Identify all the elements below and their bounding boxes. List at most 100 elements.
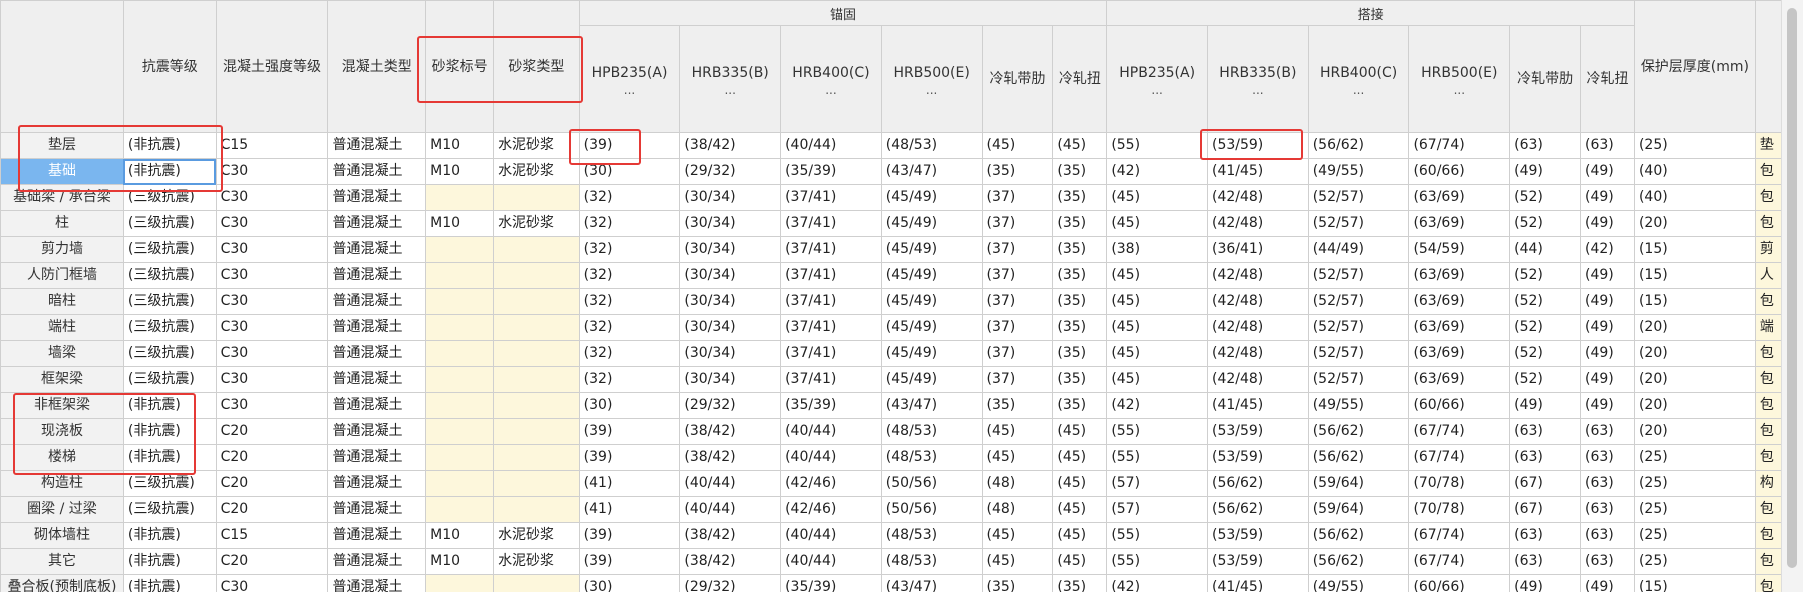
- cell-lap-hpb235[interactable]: (45): [1106, 184, 1208, 211]
- cell-anchor-hrb500[interactable]: (43/47): [880, 392, 983, 419]
- cell-cover-thickness[interactable]: (15): [1633, 262, 1756, 289]
- row-header[interactable]: 非框架梁: [0, 392, 124, 419]
- col-header-anchor-cold-ribbed[interactable]: 冷轧带肋: [981, 25, 1054, 133]
- row-header[interactable]: 框架梁: [0, 366, 124, 393]
- cell-mortar-type[interactable]: [493, 314, 580, 341]
- cell-concrete-type[interactable]: 普通混凝土: [327, 548, 427, 575]
- cell-anchor-hrb500[interactable]: (48/53): [880, 522, 983, 549]
- cell-lap-hrb400[interactable]: (56/62): [1307, 444, 1410, 471]
- cell-lap-cold-twisted[interactable]: (63): [1580, 444, 1635, 471]
- cell-lap-hrb335[interactable]: (41/45): [1207, 392, 1309, 419]
- cell-lap-cold-twisted[interactable]: (49): [1580, 184, 1635, 211]
- col-header-lap-hrb500[interactable]: HRB500(E)...: [1408, 25, 1511, 133]
- cell-lap-cold-ribbed[interactable]: (67): [1509, 496, 1582, 523]
- cell-mortar-type[interactable]: [493, 236, 580, 263]
- cell-concrete-type[interactable]: 普通混凝土: [327, 314, 427, 341]
- cell-anchor-hpb235[interactable]: (32): [578, 210, 681, 237]
- cell-anchor-hrb400[interactable]: (35/39): [780, 158, 882, 185]
- cell-lap-hpb235[interactable]: (38): [1106, 236, 1208, 263]
- cell-cover-thickness[interactable]: (40): [1633, 158, 1756, 185]
- cell-mortar-grade[interactable]: [425, 314, 495, 341]
- cell-lap-hrb500[interactable]: (63/69): [1408, 288, 1511, 315]
- cell-next-column[interactable]: 包: [1754, 210, 1782, 237]
- table-row[interactable]: 基础 (非抗震) C30 普通混凝土 M10 水泥砂浆 (30) (29/32) (35/39)…: [0, 158, 1782, 185]
- cell-cover-thickness[interactable]: (20): [1633, 314, 1756, 341]
- cell-cover-thickness[interactable]: (15): [1633, 574, 1756, 592]
- cell-mortar-type[interactable]: [493, 288, 580, 315]
- cell-next-column[interactable]: 构: [1754, 470, 1782, 497]
- row-header[interactable]: 构造柱: [0, 470, 124, 497]
- cell-anchor-hrb335[interactable]: (38/42): [679, 132, 782, 159]
- cell-cover-thickness[interactable]: (20): [1633, 210, 1756, 237]
- col-header-lap-hrb400[interactable]: HRB400(C)...: [1307, 25, 1410, 133]
- cell-lap-cold-ribbed[interactable]: (52): [1509, 288, 1582, 315]
- cell-lap-hrb335[interactable]: (53/59): [1207, 132, 1309, 159]
- cell-anchor-hrb335[interactable]: (38/42): [679, 444, 782, 471]
- cell-lap-hrb335[interactable]: (42/48): [1207, 314, 1309, 341]
- cell-concrete-grade[interactable]: C30: [215, 314, 329, 341]
- cell-anchor-hrb400[interactable]: (35/39): [780, 574, 882, 592]
- cell-lap-cold-twisted[interactable]: (49): [1580, 340, 1635, 367]
- cell-lap-hrb335[interactable]: (41/45): [1207, 158, 1309, 185]
- cell-seismic-grade[interactable]: (三级抗震): [122, 262, 217, 289]
- row-header[interactable]: 暗柱: [0, 288, 124, 315]
- cell-anchor-hrb335[interactable]: (29/32): [679, 392, 782, 419]
- cell-anchor-hrb335[interactable]: (30/34): [679, 262, 782, 289]
- table-row[interactable]: 现浇板 (非抗震) C20 普通混凝土 (39) (38/42) (40/44) (48/53…: [0, 418, 1782, 445]
- cell-mortar-grade[interactable]: M10: [425, 522, 495, 549]
- cell-lap-hpb235[interactable]: (57): [1106, 470, 1208, 497]
- cell-anchor-hpb235[interactable]: (41): [578, 470, 681, 497]
- cell-lap-hrb335[interactable]: (36/41): [1207, 236, 1309, 263]
- cell-lap-hpb235[interactable]: (45): [1106, 288, 1208, 315]
- row-header[interactable]: 楼梯: [0, 444, 124, 471]
- cell-anchor-cold-twisted[interactable]: (35): [1052, 314, 1108, 341]
- cell-anchor-hrb400[interactable]: (37/41): [780, 288, 882, 315]
- cell-lap-hrb400[interactable]: (52/57): [1307, 314, 1410, 341]
- cell-anchor-cold-ribbed[interactable]: (45): [981, 418, 1054, 445]
- cell-concrete-type[interactable]: 普通混凝土: [327, 470, 427, 497]
- row-header[interactable]: 剪力墙: [0, 236, 124, 263]
- cell-anchor-hrb500[interactable]: (43/47): [880, 158, 983, 185]
- cell-anchor-cold-twisted[interactable]: (35): [1052, 184, 1108, 211]
- cell-mortar-type[interactable]: [493, 262, 580, 289]
- col-header-anchor-hrb335[interactable]: HRB335(B)...: [679, 25, 782, 133]
- cell-anchor-hpb235[interactable]: (39): [578, 548, 681, 575]
- col-header-lap-cold-twisted[interactable]: 冷轧扭: [1580, 25, 1635, 133]
- cell-seismic-grade[interactable]: (非抗震): [122, 392, 217, 419]
- cell-anchor-hrb400[interactable]: (40/44): [780, 548, 882, 575]
- cell-seismic-grade[interactable]: (非抗震): [122, 158, 217, 185]
- cell-anchor-hpb235[interactable]: (30): [578, 392, 681, 419]
- cell-lap-cold-ribbed[interactable]: (49): [1509, 158, 1582, 185]
- cell-lap-cold-twisted[interactable]: (49): [1580, 574, 1635, 592]
- cell-anchor-cold-ribbed[interactable]: (35): [981, 392, 1054, 419]
- cell-anchor-cold-twisted[interactable]: (35): [1052, 288, 1108, 315]
- cell-lap-hpb235[interactable]: (42): [1106, 158, 1208, 185]
- cell-anchor-hrb500[interactable]: (45/49): [880, 210, 983, 237]
- cell-seismic-grade[interactable]: (非抗震): [122, 418, 217, 445]
- cell-next-column[interactable]: 垫: [1754, 132, 1782, 159]
- cell-mortar-grade[interactable]: [425, 418, 495, 445]
- row-header[interactable]: 人防门框墙: [0, 262, 124, 289]
- cell-anchor-cold-ribbed[interactable]: (45): [981, 132, 1054, 159]
- cell-seismic-grade[interactable]: (三级抗震): [122, 236, 217, 263]
- cell-anchor-hpb235[interactable]: (41): [578, 496, 681, 523]
- cell-lap-hrb400[interactable]: (52/57): [1307, 184, 1410, 211]
- cell-lap-hrb335[interactable]: (42/48): [1207, 288, 1309, 315]
- cell-lap-hrb400[interactable]: (49/55): [1307, 392, 1410, 419]
- cell-anchor-hrb500[interactable]: (48/53): [880, 548, 983, 575]
- cell-concrete-grade[interactable]: C20: [215, 548, 329, 575]
- cell-anchor-hpb235[interactable]: (32): [578, 366, 681, 393]
- table-row[interactable]: 基础梁 / 承台梁 (三级抗震) C30 普通混凝土 (32) (30/34) (37/41…: [0, 184, 1782, 211]
- cell-anchor-hrb500[interactable]: (48/53): [880, 418, 983, 445]
- table-row[interactable]: 垫层 (非抗震) C15 普通混凝土 M10 水泥砂浆 (39) (38/42) (40/44)…: [0, 132, 1782, 159]
- row-header[interactable]: 圈梁 / 过梁: [0, 496, 124, 523]
- cell-concrete-grade[interactable]: C20: [215, 470, 329, 497]
- more-ellipsis[interactable]: ...: [1413, 84, 1505, 96]
- cell-concrete-type[interactable]: 普通混凝土: [327, 418, 427, 445]
- cell-cover-thickness[interactable]: (15): [1633, 236, 1756, 263]
- cell-lap-hrb500[interactable]: (67/74): [1408, 548, 1511, 575]
- cell-lap-hrb335[interactable]: (53/59): [1207, 548, 1309, 575]
- cell-anchor-hrb500[interactable]: (50/56): [880, 470, 983, 497]
- cell-mortar-type[interactable]: [493, 574, 580, 592]
- cell-concrete-grade[interactable]: C30: [215, 392, 329, 419]
